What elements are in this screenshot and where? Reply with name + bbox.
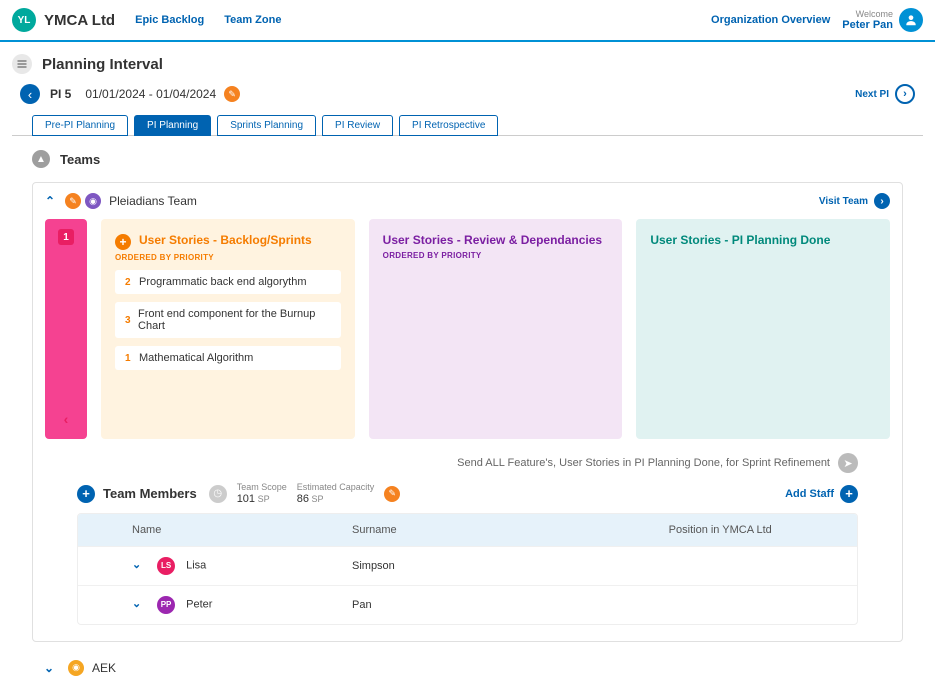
- col-name: Name: [92, 524, 352, 536]
- add-staff-button[interactable]: Add Staff +: [785, 485, 858, 503]
- story-card[interactable]: 2 Programmatic back end algorythm: [115, 270, 341, 294]
- org-name: YMCA Ltd: [44, 12, 115, 29]
- scope-icon: ◷: [209, 485, 227, 503]
- team-card-pleiadians: ⌃ ✎ ◉ Pleiadians Team Visit Team › 1 ‹ +…: [32, 182, 903, 642]
- story-priority: 2: [125, 277, 139, 288]
- scope-unit: SP: [258, 494, 270, 504]
- nav-epic-backlog[interactable]: Epic Backlog: [135, 14, 204, 26]
- org-logo: YL: [12, 8, 36, 32]
- nav-team-zone[interactable]: Team Zone: [224, 14, 281, 26]
- member-row: ⌄ PP Peter Pan: [78, 585, 857, 624]
- story-priority: 1: [125, 353, 139, 364]
- user-avatar-icon[interactable]: [899, 8, 923, 32]
- visit-team-link[interactable]: Visit Team ›: [819, 193, 890, 209]
- member-avatar: LS: [157, 557, 175, 575]
- planning-board: 1 ‹ + User Stories - Backlog/Sprints ORD…: [33, 219, 902, 451]
- welcome-label: Welcome: [842, 9, 893, 19]
- team-color-icon: ◉: [85, 193, 101, 209]
- edit-capacity-icon[interactable]: ✎: [384, 486, 400, 502]
- welcome-block: Welcome Peter Pan: [842, 9, 893, 31]
- tab-pre-pi-planning[interactable]: Pre-PI Planning: [32, 115, 128, 136]
- team-badge-icon: ✎: [65, 193, 81, 209]
- feature-rail[interactable]: 1 ‹: [45, 219, 87, 439]
- planning-interval-icon: [12, 54, 32, 74]
- nav-org-overview[interactable]: Organization Overview: [711, 14, 830, 26]
- column-review-dependencies: User Stories - Review & Dependancies ORD…: [369, 219, 623, 439]
- tab-sprints-planning[interactable]: Sprints Planning: [217, 115, 316, 136]
- col2-title: User Stories - Review & Dependancies: [383, 233, 609, 247]
- prev-pi-button[interactable]: ‹: [20, 84, 40, 104]
- col-surname: Surname: [352, 524, 598, 536]
- col1-title: User Stories - Backlog/Sprints: [139, 233, 312, 247]
- expand-row-icon[interactable]: ⌄: [132, 558, 146, 571]
- member-row: ⌄ LS Lisa Simpson: [78, 546, 857, 585]
- page-title-row: Planning Interval: [0, 42, 935, 78]
- team-members-title: Team Members: [103, 486, 197, 501]
- teams-section-header: ▲ Teams: [0, 136, 935, 174]
- capacity-label: Estimated Capacity: [297, 483, 375, 493]
- app-header: YL YMCA Ltd Epic Backlog Team Zone Organ…: [0, 0, 935, 42]
- expand-members-icon[interactable]: +: [77, 485, 95, 503]
- pi-date-range: 01/01/2024 - 01/04/2024: [85, 87, 216, 101]
- feature-count-badge: 1: [58, 229, 74, 245]
- visit-team-arrow-icon: ›: [874, 193, 890, 209]
- member-name: Lisa: [186, 559, 206, 571]
- team-header: ⌃ ✎ ◉ Pleiadians Team Visit Team ›: [33, 183, 902, 219]
- team-scope-info: ◷ Team Scope 101 SP Estimated Capacity 8…: [209, 483, 405, 505]
- welcome-user[interactable]: Peter Pan: [842, 19, 893, 31]
- scope-label: Team Scope: [237, 483, 287, 493]
- capacity-unit: SP: [311, 494, 323, 504]
- members-table-header: Name Surname Position in YMCA Ltd: [78, 514, 857, 546]
- add-staff-icon: +: [840, 485, 858, 503]
- team-members-header: + Team Members ◷ Team Scope 101 SP Estim…: [65, 483, 870, 513]
- member-avatar: PP: [157, 596, 175, 614]
- capacity-value: 86: [297, 493, 309, 505]
- collapse-teams-icon[interactable]: ▲: [32, 150, 50, 168]
- visit-team-label: Visit Team: [819, 196, 868, 207]
- send-icon[interactable]: ➤: [838, 453, 858, 473]
- member-name: Peter: [186, 598, 212, 610]
- col2-hint: ORDERED BY PRIORITY: [383, 251, 609, 260]
- team-name: Pleiadians Team: [109, 194, 197, 208]
- col1-hint: ORDERED BY PRIORITY: [115, 253, 341, 262]
- tab-pi-planning[interactable]: PI Planning: [134, 115, 211, 136]
- add-story-icon[interactable]: +: [115, 234, 131, 250]
- rail-prev-icon[interactable]: ‹: [64, 411, 69, 427]
- col3-title: User Stories - PI Planning Done: [650, 233, 876, 247]
- member-surname: Pan: [352, 599, 598, 611]
- tab-pi-review[interactable]: PI Review: [322, 115, 393, 136]
- col-position: Position in YMCA Ltd: [598, 524, 844, 536]
- pi-label: PI 5: [50, 87, 71, 101]
- story-title: Front end component for the Burnup Chart: [138, 308, 331, 332]
- tab-pi-retrospective[interactable]: PI Retrospective: [399, 115, 498, 136]
- page-title: Planning Interval: [42, 56, 163, 73]
- tabs: Pre-PI Planning PI Planning Sprints Plan…: [12, 110, 923, 136]
- scope-value: 101: [237, 493, 255, 505]
- pi-row: ‹ PI 5 01/01/2024 - 01/04/2024 ✎ Next PI…: [0, 78, 935, 110]
- column-backlog-sprints: + User Stories - Backlog/Sprints ORDERED…: [101, 219, 355, 439]
- story-card[interactable]: 3 Front end component for the Burnup Cha…: [115, 302, 341, 338]
- story-title: Mathematical Algorithm: [139, 352, 253, 364]
- edit-pi-icon[interactable]: ✎: [224, 86, 240, 102]
- story-title: Programmatic back end algorythm: [139, 276, 307, 288]
- column-planning-done: User Stories - PI Planning Done: [636, 219, 890, 439]
- add-staff-label: Add Staff: [785, 488, 834, 500]
- story-card[interactable]: 1 Mathematical Algorithm: [115, 346, 341, 370]
- next-pi-button[interactable]: Next PI ›: [855, 84, 915, 104]
- member-surname: Simpson: [352, 560, 598, 572]
- teams-title: Teams: [60, 152, 100, 167]
- send-hint-text: Send ALL Feature's, User Stories in PI P…: [457, 457, 830, 469]
- story-priority: 3: [125, 315, 138, 326]
- collapse-team-icon[interactable]: ⌃: [45, 194, 55, 208]
- members-table: Name Surname Position in YMCA Ltd ⌄ LS L…: [77, 513, 858, 625]
- send-hint-row: Send ALL Feature's, User Stories in PI P…: [33, 451, 902, 483]
- next-pi-arrow-icon: ›: [895, 84, 915, 104]
- next-pi-label: Next PI: [855, 89, 889, 100]
- expand-row-icon[interactable]: ⌄: [132, 597, 146, 610]
